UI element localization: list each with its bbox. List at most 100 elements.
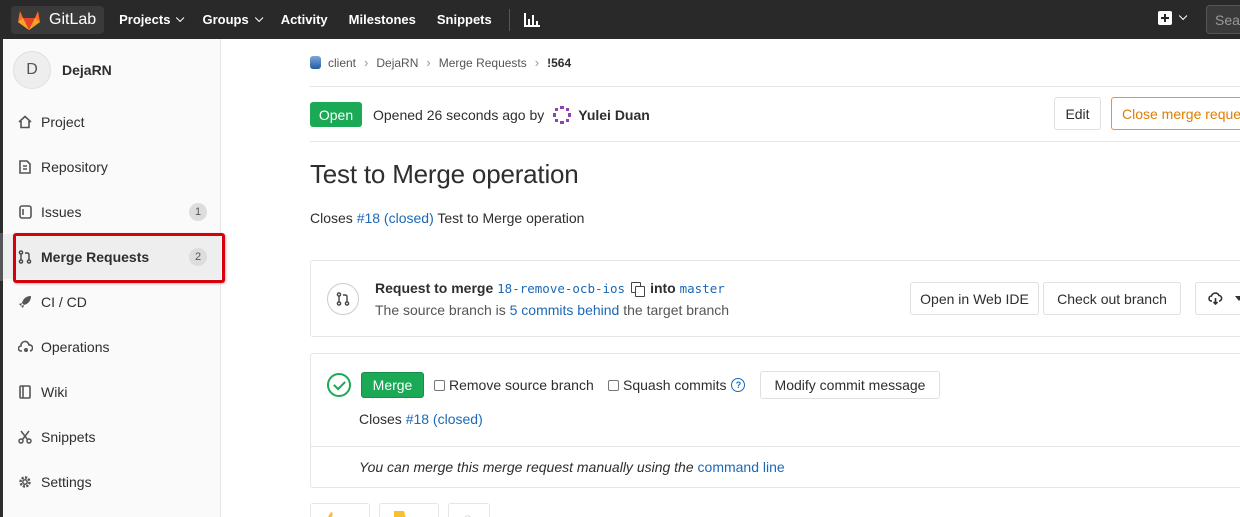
copy-icon[interactable] xyxy=(631,281,646,297)
check-out-branch-button[interactable]: Check out branch xyxy=(1043,282,1181,315)
nav-activity-label: Activity xyxy=(280,12,328,27)
sidebar-item-operations[interactable]: Operations xyxy=(0,324,221,369)
issues-icon xyxy=(17,204,33,220)
gitlab-home-link[interactable]: GitLab xyxy=(11,5,105,34)
nav-projects[interactable]: Projects xyxy=(119,12,185,27)
scissors-icon xyxy=(17,429,33,445)
download-dropdown-button[interactable] xyxy=(1195,282,1240,315)
sidebar-item-settings[interactable]: Settings xyxy=(0,459,221,504)
project-name: DejaRN xyxy=(62,62,112,78)
nav-snippets[interactable]: Snippets xyxy=(437,12,492,27)
gear-icon xyxy=(17,474,33,490)
author-avatar[interactable] xyxy=(552,105,573,125)
divider xyxy=(310,141,1240,142)
remove-source-branch-label: Remove source branch xyxy=(449,377,594,393)
status-badge: Open xyxy=(310,102,362,127)
sidebar-item-ci-cd[interactable]: CI / CD xyxy=(0,279,221,324)
nav-milestones[interactable]: Milestones xyxy=(349,12,416,27)
opened-text: Opened 26 seconds ago by xyxy=(373,107,545,123)
merge-request-icon xyxy=(17,249,33,265)
sidebar-item-repository[interactable]: Repository xyxy=(0,144,221,189)
breadcrumb-item-merge-requests[interactable]: Merge Requests xyxy=(439,56,527,70)
smiley-icon: ☺ xyxy=(461,511,474,517)
breadcrumb-item-group[interactable]: client xyxy=(328,56,356,70)
divider xyxy=(311,446,1240,447)
into-label: into xyxy=(650,280,676,296)
merge-button[interactable]: Merge xyxy=(361,372,424,398)
closes-suffix: Test to Merge operation xyxy=(437,210,585,226)
top-navbar: GitLab Projects Groups Activity Mileston… xyxy=(0,0,1240,39)
description-closes-line: Closes #18 (closed) Test to Merge operat… xyxy=(310,210,584,226)
request-to-merge-line: Request to merge 18-remove-ocb-ios into … xyxy=(375,280,725,297)
nav-snippets-label: Snippets xyxy=(436,12,492,27)
close-merge-request-button[interactable]: Close merge request xyxy=(1111,97,1240,130)
sidebar-project-header[interactable]: D DejaRN xyxy=(13,51,112,89)
project-avatar-icon xyxy=(310,56,321,69)
checkbox[interactable] xyxy=(434,379,445,391)
sidebar-item-issues[interactable]: Issues 1 xyxy=(0,189,221,234)
breadcrumb: client › DejaRN › Merge Requests › !564 xyxy=(310,55,571,70)
sidebar-item-label: Wiki xyxy=(41,383,68,400)
sidebar-item-label: Repository xyxy=(41,158,108,175)
chevron-down-icon xyxy=(1235,296,1240,301)
opened-info: Opened 26 seconds ago by Yulei Duan xyxy=(373,105,650,125)
merge-request-icon xyxy=(327,283,359,315)
behind-suffix: the target branch xyxy=(623,302,730,318)
nav-activity[interactable]: Activity xyxy=(281,12,328,27)
breadcrumb-item-current[interactable]: !564 xyxy=(547,56,571,70)
cloud-download-icon xyxy=(1208,292,1223,305)
issue-link[interactable]: #18 (closed) xyxy=(357,210,434,226)
checkbox[interactable] xyxy=(608,379,619,391)
sidebar: D DejaRN Project Repository Issues 1 Mer… xyxy=(0,39,221,517)
question-circle-icon[interactable]: ? xyxy=(731,378,746,392)
sidebar-item-label: Operations xyxy=(41,338,110,355)
behind-prefix: The source branch is xyxy=(375,302,506,318)
activity-chart-icon[interactable] xyxy=(523,12,540,27)
thumbs-up-award-button[interactable] xyxy=(310,503,370,517)
thumbs-up-icon xyxy=(325,512,337,517)
thumbs-down-award-button[interactable] xyxy=(379,503,439,517)
target-branch-link[interactable]: master xyxy=(680,281,725,296)
author-name[interactable]: Yulei Duan xyxy=(578,107,650,123)
sidebar-item-merge-requests[interactable]: Merge Requests 2 xyxy=(0,234,221,279)
search-input[interactable]: Sea xyxy=(1206,5,1240,34)
issue-link[interactable]: #18 (closed) xyxy=(406,411,483,427)
sidebar-item-label: CI / CD xyxy=(41,293,87,310)
breadcrumb-item-project[interactable]: DejaRN xyxy=(376,56,418,70)
thumbs-down-icon xyxy=(394,511,406,517)
sidebar-item-label: Merge Requests xyxy=(41,248,150,265)
commits-behind-line: The source branch is 5 commits behind th… xyxy=(375,302,729,318)
command-line-link[interactable]: command line xyxy=(698,459,785,475)
chevron-right-icon: › xyxy=(426,55,431,70)
closes-prefix: Closes xyxy=(310,210,353,226)
sidebar-item-snippets[interactable]: Snippets xyxy=(0,414,221,459)
new-dropdown-button[interactable] xyxy=(1158,11,1188,25)
issues-count-badge: 1 xyxy=(189,203,207,221)
source-branch-link[interactable]: 18-remove-ocb-ios xyxy=(497,281,625,296)
request-to-merge-label: Request to merge xyxy=(375,280,494,296)
sidebar-item-label: Project xyxy=(41,113,85,130)
book-icon xyxy=(17,384,33,400)
chevron-down-icon xyxy=(176,13,185,22)
open-in-web-ide-button[interactable]: Open in Web IDE xyxy=(910,282,1039,315)
sidebar-item-project[interactable]: Project xyxy=(0,99,221,144)
brand-name: GitLab xyxy=(49,10,97,28)
nav-groups[interactable]: Groups xyxy=(202,12,264,27)
add-reaction-button[interactable]: ☺ xyxy=(448,503,490,517)
project-avatar: D xyxy=(13,51,51,89)
remove-source-branch-checkbox[interactable]: Remove source branch xyxy=(434,377,594,393)
nav-groups-label: Groups xyxy=(202,12,249,27)
modify-commit-message-button[interactable]: Modify commit message xyxy=(760,371,940,399)
rocket-icon xyxy=(17,294,33,310)
commits-behind-link[interactable]: 5 commits behind xyxy=(510,302,620,318)
nav-milestones-label: Milestones xyxy=(348,12,416,27)
divider xyxy=(310,86,1240,87)
chevron-right-icon: › xyxy=(534,55,540,70)
page-title: Test to Merge operation xyxy=(310,159,579,189)
squash-commits-checkbox[interactable]: Squash commits ? xyxy=(608,377,746,393)
doc-icon xyxy=(17,159,33,175)
merge-closes-line: Closes #18 (closed) xyxy=(359,411,483,427)
sidebar-item-label: Settings xyxy=(41,473,92,490)
sidebar-item-wiki[interactable]: Wiki xyxy=(0,369,221,414)
edit-button[interactable]: Edit xyxy=(1054,97,1101,130)
